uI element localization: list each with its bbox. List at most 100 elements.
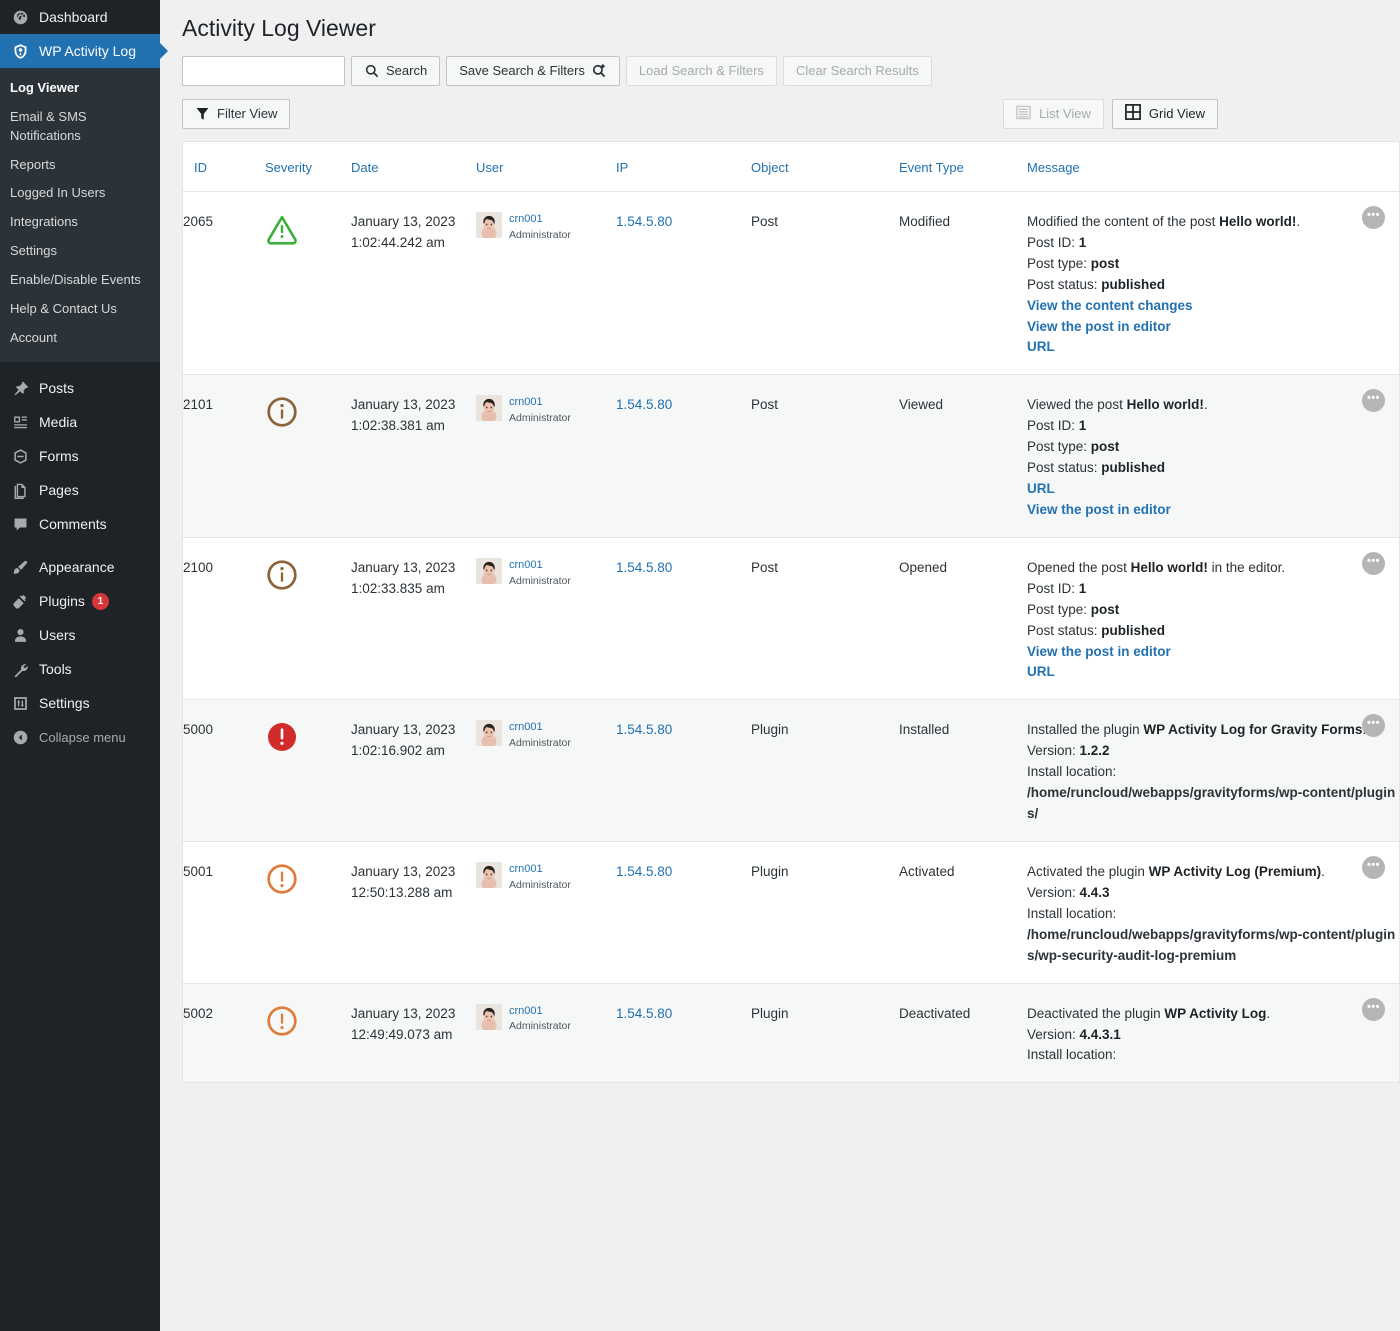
grid-view-button[interactable]: Grid View [1112,99,1218,129]
row-more-options-icon[interactable]: ••• [1362,389,1385,412]
column-header-ip[interactable]: IP [616,142,751,192]
table-header-row: ID Severity Date User IP Object Event Ty… [183,142,1399,192]
message-link[interactable]: View the post in editor [1027,317,1399,338]
table-row[interactable]: 5002 January 13, 202312:49:49.073 am crn… [183,983,1399,1083]
ip-link[interactable]: 1.54.5.80 [616,214,672,229]
cell-ip: 1.54.5.80 [616,983,751,1083]
ip-link[interactable]: 1.54.5.80 [616,560,672,575]
grid-view-icon [1125,104,1141,123]
cell-severity [265,842,351,984]
sidebar-item-plugins[interactable]: Plugins 1 [0,584,160,618]
sidebar-item-posts[interactable]: Posts [0,371,160,405]
search-input[interactable] [182,56,345,86]
submenu-item-integrations[interactable]: Integrations [0,208,160,237]
submenu-item-account[interactable]: Account [0,324,160,353]
sidebar-item-forms[interactable]: Forms [0,439,160,473]
message-highlight: 4.4.3.1 [1080,1027,1121,1042]
user-meta: crn001Administrator [509,558,571,588]
column-header-severity[interactable]: Severity [265,142,351,192]
avatar-image [476,212,502,238]
cell-object: Plugin [751,700,899,842]
sidebar-item-pages[interactable]: Pages [0,473,160,507]
user-login-link[interactable]: crn001 [509,863,571,877]
user-login-link[interactable]: crn001 [509,213,571,227]
user-login-link[interactable]: crn001 [509,559,571,573]
message-highlight: 1 [1079,581,1087,596]
avatar [476,720,502,746]
row-more-options-icon[interactable]: ••• [1362,552,1385,575]
ip-link[interactable]: 1.54.5.80 [616,397,672,412]
time-line: 1:02:16.902 am [351,743,445,758]
sidebar-item-media[interactable]: Media [0,405,160,439]
row-more-options-icon[interactable]: ••• [1362,856,1385,879]
sidebar-item-settings[interactable]: Settings [0,686,160,720]
sidebar-item-users[interactable]: Users [0,618,160,652]
table-row[interactable]: 5001 January 13, 202312:50:13.288 am crn… [183,842,1399,984]
table-row[interactable]: 2101 January 13, 20231:02:38.381 am crn0… [183,375,1399,538]
ip-link[interactable]: 1.54.5.80 [616,722,672,737]
column-header-object[interactable]: Object [751,142,899,192]
sidebar-item-comments[interactable]: Comments [0,507,160,541]
column-header-message[interactable]: Message [1027,142,1399,192]
message-link[interactable]: View the post in editor [1027,500,1399,521]
avatar-image [476,720,502,746]
user-icon [10,625,30,645]
message-link[interactable]: View the content changes [1027,296,1399,317]
save-search-filters-button[interactable]: Save Search & Filters [446,56,620,86]
submenu-item-reports[interactable]: Reports [0,151,160,180]
column-header-id[interactable]: ID [183,142,265,192]
sidebar-item-collapse-menu[interactable]: Collapse menu [0,720,160,754]
sidebar-item-wp-activity-log[interactable]: WP Activity Log [0,34,160,68]
user-login-link[interactable]: crn001 [509,1005,571,1019]
message-highlight: published [1101,623,1165,638]
cell-date: January 13, 20231:02:16.902 am [351,700,476,842]
submenu-item-logged-in-users[interactable]: Logged In Users [0,179,160,208]
cell-object: Plugin [751,983,899,1083]
row-more-options-icon[interactable]: ••• [1362,206,1385,229]
message-highlight: WP Activity Log for Gravity Forms [1143,722,1362,737]
search-button[interactable]: Search [351,56,440,86]
row-more-options-icon[interactable]: ••• [1362,714,1385,737]
row-more-options-icon[interactable]: ••• [1362,998,1385,1021]
user-cell: crn001Administrator [476,395,616,425]
user-login-link[interactable]: crn001 [509,396,571,410]
message-link[interactable]: URL [1027,662,1399,683]
list-view-button[interactable]: List View [1003,99,1104,129]
column-header-event-type[interactable]: Event Type [899,142,1027,192]
time-line: 1:02:44.242 am [351,235,445,250]
ip-link[interactable]: 1.54.5.80 [616,864,672,879]
avatar-image [476,862,502,888]
table-row[interactable]: 2065 January 13, 20231:02:44.242 am crn0… [183,191,1399,374]
funnel-icon [195,106,210,121]
cell-user: crn001Administrator [476,375,616,538]
user-login-link[interactable]: crn001 [509,721,571,735]
column-header-user[interactable]: User [476,142,616,192]
message-link[interactable]: URL [1027,479,1399,500]
submenu-item-help-contact-us[interactable]: Help & Contact Us [0,295,160,324]
cell-id: 5001 [183,842,265,984]
message-highlight: 1.2.2 [1080,743,1110,758]
sidebar-item-tools[interactable]: Tools [0,652,160,686]
cell-message: Installed the plugin WP Activity Log for… [1027,700,1399,842]
sidebar-item-dashboard[interactable]: Dashboard [0,0,160,34]
clear-search-results-button[interactable]: Clear Search Results [783,56,932,86]
collapse-arrow-icon [10,727,30,747]
submenu-item-settings[interactable]: Settings [0,237,160,266]
table-row[interactable]: 2100 January 13, 20231:02:33.835 am crn0… [183,537,1399,700]
message-highlight: post [1091,256,1120,271]
column-header-date[interactable]: Date [351,142,476,192]
table-row[interactable]: 5000 January 13, 20231:02:16.902 am crn0… [183,700,1399,842]
submenu-item-log-viewer[interactable]: Log Viewer [0,74,160,103]
message-link[interactable]: View the post in editor [1027,642,1399,663]
submenu-item-enable-disable-events[interactable]: Enable/Disable Events [0,266,160,295]
load-search-filters-button[interactable]: Load Search & Filters [626,56,777,86]
message-install-path: /home/runcloud/webapps/gravityforms/wp-c… [1027,783,1399,825]
message-highlight: WP Activity Log (Premium) [1149,864,1322,879]
filter-view-button[interactable]: Filter View [182,99,290,129]
sidebar-item-appearance[interactable]: Appearance [0,550,160,584]
message-link[interactable]: URL [1027,337,1399,358]
avatar-image [476,1004,502,1030]
submenu-item-email-sms-notifications[interactable]: Email & SMS Notifications [0,103,160,151]
user-cell: crn001Administrator [476,558,616,588]
ip-link[interactable]: 1.54.5.80 [616,1006,672,1021]
